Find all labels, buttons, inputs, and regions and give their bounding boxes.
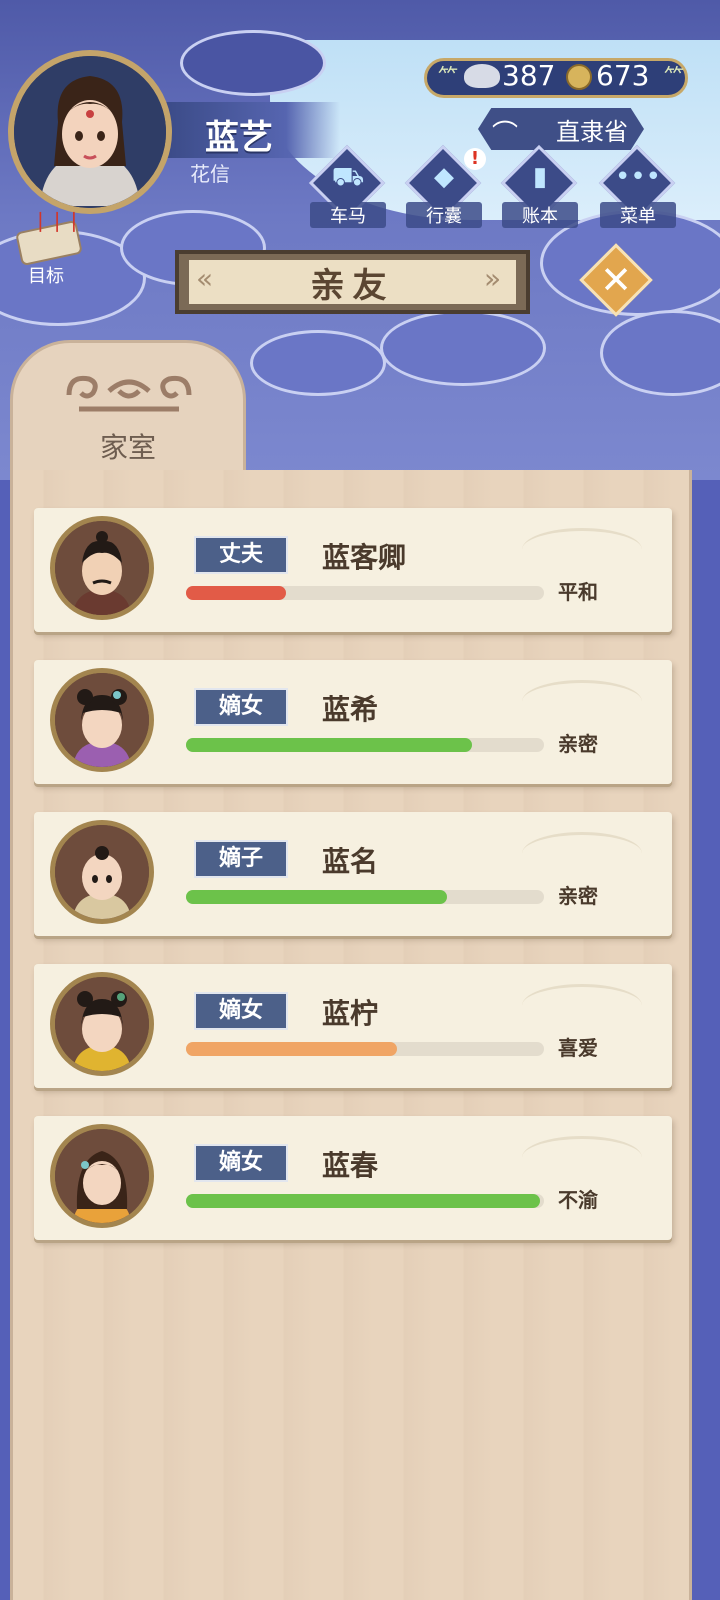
goal-label: 目标	[28, 266, 64, 287]
ledger-icon: ▮	[532, 162, 548, 192]
role-tag: 嫡女	[194, 1144, 288, 1182]
coin-amount: 673	[596, 59, 650, 92]
swirl-decoration	[522, 1136, 642, 1179]
player-avatar[interactable]	[8, 50, 172, 214]
relation-status: 不渝	[558, 1188, 598, 1212]
close-icon: ✕	[600, 258, 632, 302]
menu-carriage-button[interactable]: ⛟ 车马	[308, 144, 386, 228]
member-avatar	[50, 668, 154, 772]
member-name: 蓝名	[322, 845, 379, 878]
swirl-decoration	[522, 680, 642, 723]
affinity-bar-fill	[186, 586, 287, 600]
member-name: 蓝希	[322, 693, 379, 726]
family-member-card[interactable]: 丈夫 蓝客卿 平和	[34, 508, 672, 632]
affinity-bar	[186, 890, 544, 904]
family-member-card[interactable]: 嫡女 蓝希 亲密	[34, 660, 672, 784]
page-title: 亲友	[310, 266, 395, 306]
affinity-bar	[186, 586, 544, 600]
role-tag: 丈夫	[194, 536, 288, 574]
carriage-icon: ⛟	[331, 162, 365, 192]
member-avatar	[50, 1124, 154, 1228]
menu-bag-button[interactable]: ◆ 行囊 !	[404, 144, 486, 228]
menu-more-button[interactable]: ••• 菜单	[598, 144, 676, 228]
family-member-card[interactable]: 嫡子 蓝名 亲密	[34, 812, 672, 936]
member-name: 蓝春	[322, 1149, 379, 1182]
affinity-bar	[186, 738, 544, 752]
silver-ingot-icon	[464, 64, 500, 88]
iron-icon: ⌒	[492, 120, 519, 150]
tab-label: 家室	[99, 431, 156, 464]
player-portrait-icon	[14, 56, 166, 208]
alert-marks-icon: ❘❘❘	[32, 208, 83, 232]
relation-status: 亲密	[558, 884, 598, 908]
member-name: 蓝柠	[322, 997, 379, 1030]
role-tag: 嫡女	[194, 688, 288, 726]
bamboo-icon: ⺮	[438, 64, 458, 88]
goal-button[interactable]: ❘❘❘	[12, 208, 83, 267]
relation-status: 喜爱	[558, 1036, 598, 1060]
affinity-bar-fill	[186, 1042, 398, 1056]
family-member-card[interactable]: 嫡女 蓝春 不渝	[34, 1116, 672, 1240]
member-avatar	[50, 972, 154, 1076]
affinity-bar-fill	[186, 890, 448, 904]
swirl-decoration	[522, 984, 642, 1027]
swirl-decoration	[522, 832, 642, 875]
member-avatar	[50, 516, 154, 620]
role-tag: 嫡子	[194, 840, 288, 878]
affinity-bar	[186, 1194, 544, 1208]
affinity-bar-fill	[186, 1194, 541, 1208]
alert-badge-icon: !	[464, 148, 486, 170]
copper-coin-icon	[566, 64, 592, 90]
affinity-bar-fill	[186, 738, 473, 752]
province-label: 直隶省	[556, 118, 628, 146]
cloud-decoration	[380, 310, 546, 386]
family-member-card[interactable]: 嫡女 蓝柠 喜爱	[34, 964, 672, 1088]
menu-ledger-button[interactable]: ▮ 账本	[500, 144, 578, 228]
bamboo-icon: ⺮	[664, 64, 684, 88]
more-icon: •••	[614, 162, 661, 192]
affinity-bar	[186, 1042, 544, 1056]
relation-status: 平和	[558, 580, 598, 604]
silver-amount: 387	[502, 59, 556, 92]
swirl-decoration	[522, 528, 642, 571]
member-name: 蓝客卿	[322, 541, 407, 574]
role-tag: 嫡女	[194, 992, 288, 1030]
member-avatar	[50, 820, 154, 924]
player-name: 蓝艺	[205, 118, 273, 158]
cloud-decoration	[180, 30, 326, 96]
cloud-decoration	[250, 330, 386, 396]
player-age-title: 花信	[190, 162, 230, 186]
cloud-ornament-icon	[66, 375, 192, 412]
relation-status: 亲密	[558, 732, 598, 756]
